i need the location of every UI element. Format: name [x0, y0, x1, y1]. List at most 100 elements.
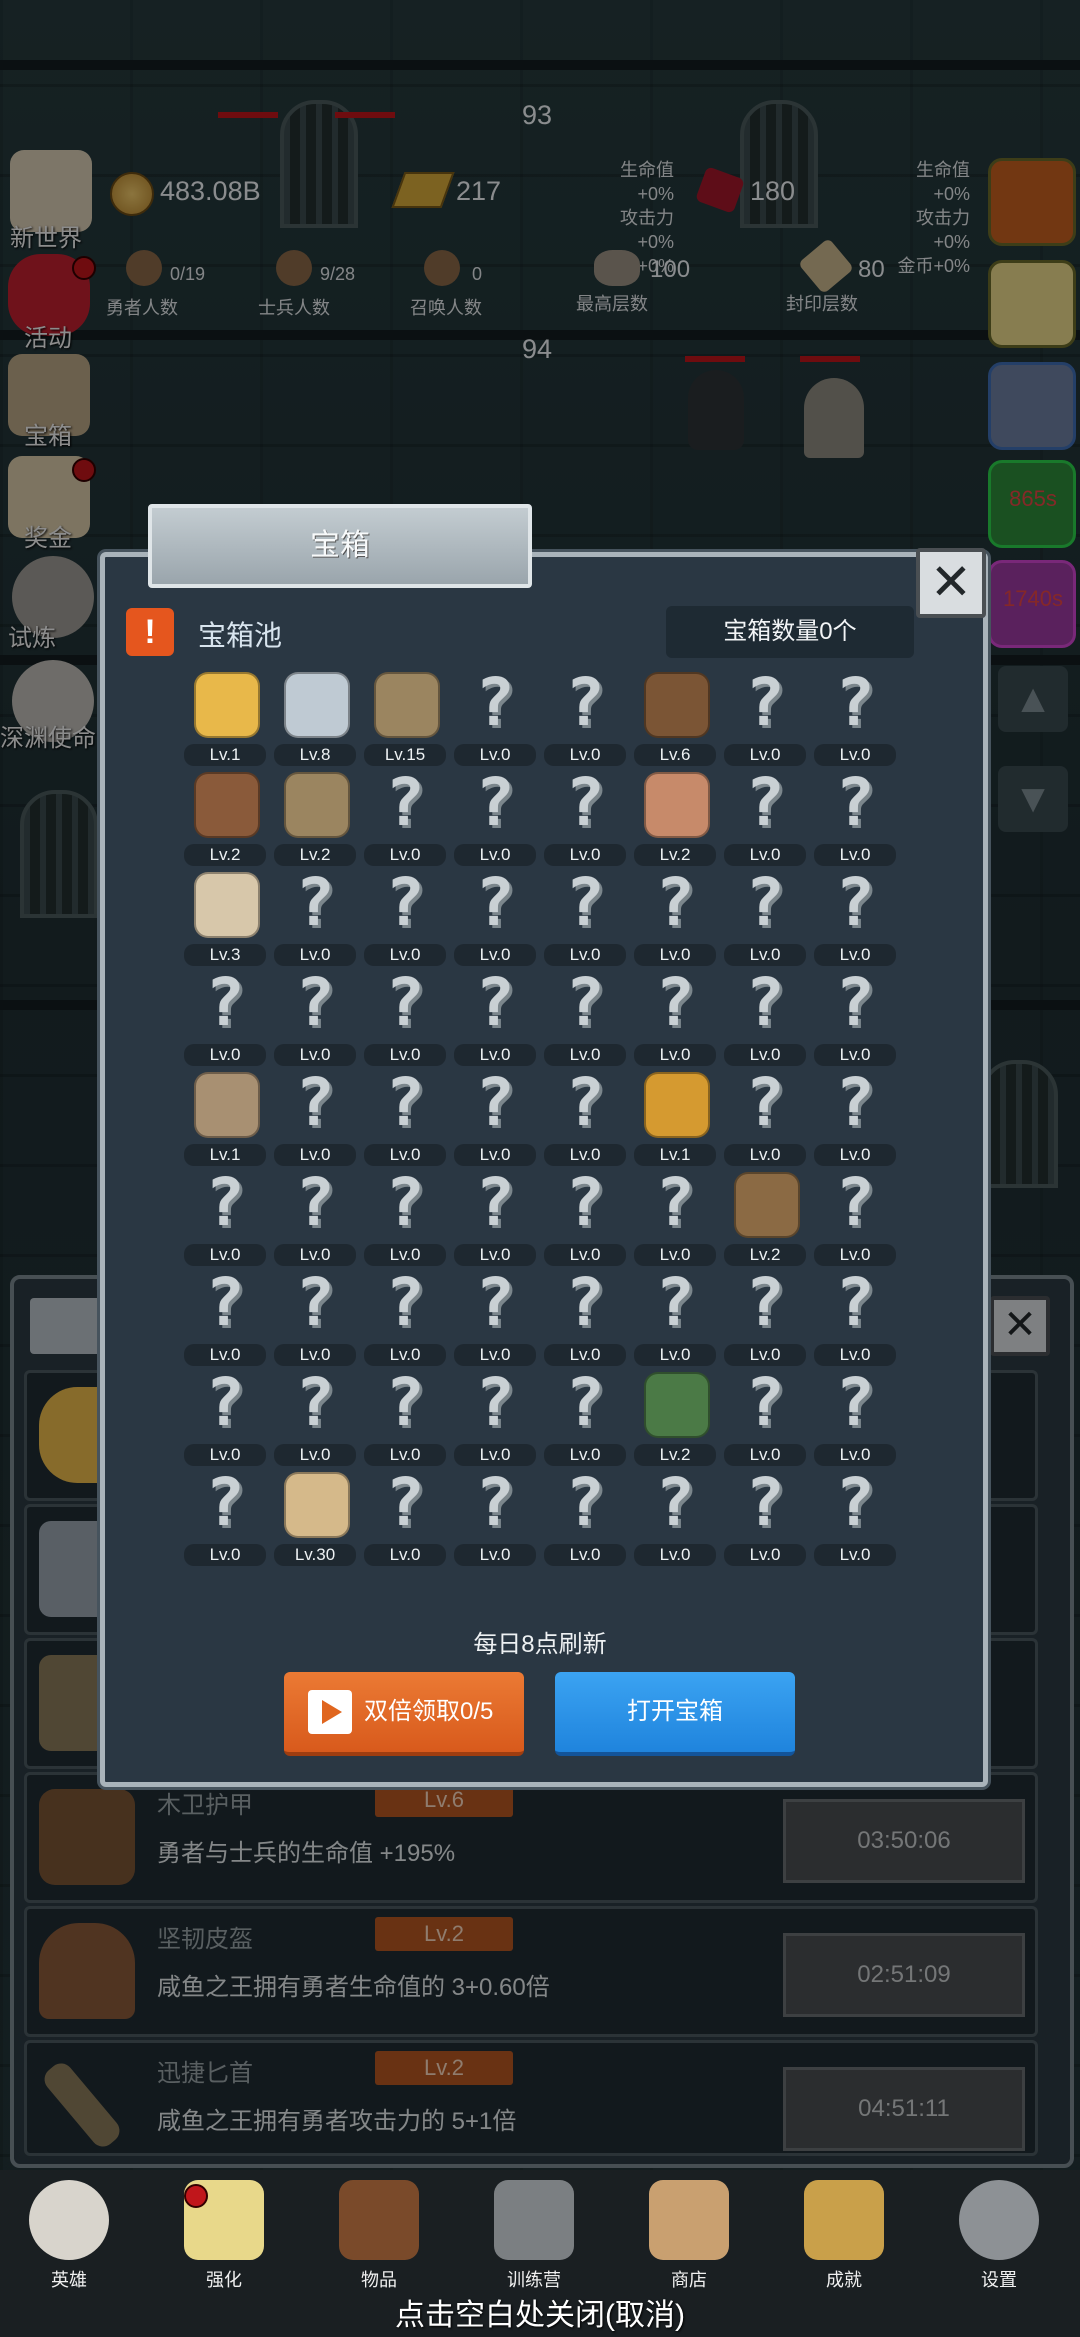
chest-pool-cell[interactable]: ? Lv.0 — [180, 1368, 270, 1468]
unknown-icon: ? — [475, 864, 515, 941]
chest-pool-cell[interactable]: Lv.30 — [270, 1468, 360, 1568]
chest-pool-cell[interactable]: ? Lv.0 — [720, 1368, 810, 1468]
chest-pool-cell[interactable]: ? Lv.0 — [540, 1068, 630, 1168]
chest-pool-cell[interactable]: ? Lv.0 — [720, 868, 810, 968]
chest-pool-cell[interactable]: ? Lv.0 — [810, 1168, 900, 1268]
chest-pool-cell[interactable]: ? Lv.0 — [540, 868, 630, 968]
unknown-icon: ? — [475, 664, 515, 741]
chest-pool-cell[interactable]: ? Lv.0 — [270, 1268, 360, 1368]
chest-pool-cell[interactable]: ? Lv.0 — [630, 1468, 720, 1568]
cell-level: Lv.0 — [634, 1044, 716, 1066]
chest-pool-cell[interactable]: ? Lv.0 — [270, 1368, 360, 1468]
unknown-icon: ? — [475, 1064, 515, 1141]
chest-pool-cell[interactable]: ? Lv.0 — [540, 1268, 630, 1368]
chest-pool-cell[interactable]: ? Lv.0 — [540, 1368, 630, 1468]
cell-level: Lv.0 — [364, 1444, 446, 1466]
chest-pool-cell[interactable]: ? Lv.0 — [450, 1368, 540, 1468]
chest-pool-cell[interactable]: ? Lv.0 — [270, 968, 360, 1068]
chest-pool-cell[interactable]: Lv.3 — [180, 868, 270, 968]
nav-item-2[interactable]: 物品 — [324, 2180, 434, 2300]
chest-pool-cell[interactable]: ? Lv.0 — [270, 1068, 360, 1168]
chest-pool-cell[interactable]: ? Lv.0 — [450, 768, 540, 868]
chest-pool-cell[interactable]: ? Lv.0 — [810, 1368, 900, 1468]
chest-pool-cell[interactable]: ? Lv.0 — [540, 1168, 630, 1268]
chest-pool-cell[interactable]: ? Lv.0 — [450, 1068, 540, 1168]
chest-pool-cell[interactable]: ? Lv.0 — [630, 1268, 720, 1368]
cell-level: Lv.0 — [274, 1244, 356, 1266]
chest-pool-cell[interactable]: Lv.15 — [360, 668, 450, 768]
chest-pool-cell[interactable]: ? Lv.0 — [270, 1168, 360, 1268]
chest-pool-cell[interactable]: ? Lv.0 — [360, 1068, 450, 1168]
chest-pool-cell[interactable]: ? Lv.0 — [450, 1468, 540, 1568]
unknown-icon: ? — [475, 1164, 515, 1241]
chest-pool-cell[interactable]: ? Lv.0 — [450, 668, 540, 768]
chest-pool-cell[interactable]: ? Lv.0 — [540, 668, 630, 768]
chest-pool-cell[interactable]: ? Lv.0 — [360, 768, 450, 868]
nav-item-3[interactable]: 训练营 — [479, 2180, 589, 2300]
nav-item-6[interactable]: 设置 — [944, 2180, 1054, 2300]
chest-pool-cell[interactable]: ? Lv.0 — [360, 1468, 450, 1568]
chest-pool-cell[interactable]: ? Lv.0 — [720, 768, 810, 868]
chest-pool-cell[interactable]: ? Lv.0 — [630, 868, 720, 968]
nav-item-0[interactable]: 英雄 — [14, 2180, 124, 2300]
chest-pool-cell[interactable]: ? Lv.0 — [180, 1468, 270, 1568]
unknown-icon: ? — [475, 1464, 515, 1541]
chest-pool-cell[interactable]: ? Lv.0 — [180, 1268, 270, 1368]
chest-pool-cell[interactable]: Lv.1 — [180, 668, 270, 768]
chest-pool-cell[interactable]: Lv.2 — [720, 1168, 810, 1268]
chest-pool-cell[interactable]: ? Lv.0 — [360, 1168, 450, 1268]
nav-item-5[interactable]: 成就 — [789, 2180, 899, 2300]
chest-pool-cell[interactable]: ? Lv.0 — [810, 1068, 900, 1168]
unknown-icon: ? — [745, 1064, 785, 1141]
chest-pool-cell[interactable]: ? Lv.0 — [540, 968, 630, 1068]
chest-pool-cell[interactable]: ? Lv.0 — [540, 1468, 630, 1568]
nav-item-4[interactable]: 商店 — [634, 2180, 744, 2300]
open-chest-button[interactable]: 打开宝箱 — [555, 1672, 795, 1756]
chest-pool-cell[interactable]: ? Lv.0 — [450, 1268, 540, 1368]
chest-pool-cell[interactable]: Lv.6 — [630, 668, 720, 768]
chest-pool-cell[interactable]: ? Lv.0 — [720, 968, 810, 1068]
unknown-icon: ? — [655, 1264, 695, 1341]
chest-pool-cell[interactable]: Lv.2 — [180, 768, 270, 868]
chest-pool-cell[interactable]: ? Lv.0 — [450, 1168, 540, 1268]
chest-pool-cell[interactable]: ? Lv.0 — [810, 968, 900, 1068]
cell-level: Lv.0 — [454, 1144, 536, 1166]
chest-pool-cell[interactable]: ? Lv.0 — [720, 1468, 810, 1568]
chest-pool-cell[interactable]: ? Lv.0 — [360, 1268, 450, 1368]
chest-pool-cell[interactable]: ? Lv.0 — [630, 968, 720, 1068]
chest-pool-cell[interactable]: ? Lv.0 — [720, 1068, 810, 1168]
chest-pool-cell[interactable]: ? Lv.0 — [180, 1168, 270, 1268]
chest-pool-cell[interactable]: ? Lv.0 — [360, 1368, 450, 1468]
chest-pool-cell[interactable]: ? Lv.0 — [360, 968, 450, 1068]
chest-pool-cell[interactable]: ? Lv.0 — [360, 868, 450, 968]
chest-pool-cell[interactable]: Lv.1 — [180, 1068, 270, 1168]
chest-pool-cell[interactable]: ? Lv.0 — [810, 768, 900, 868]
chest-pool-cell[interactable]: ? Lv.0 — [450, 868, 540, 968]
dialog-close-icon[interactable]: ✕ — [916, 548, 986, 618]
chest-pool-cell[interactable]: Lv.2 — [270, 768, 360, 868]
chest-pool-cell[interactable]: ? Lv.0 — [810, 1268, 900, 1368]
cell-level: Lv.0 — [814, 1244, 896, 1266]
chest-pool-cell[interactable]: ? Lv.0 — [810, 868, 900, 968]
chest-pool-cell[interactable]: ? Lv.0 — [270, 868, 360, 968]
chest-pool-cell[interactable]: ? Lv.0 — [810, 1468, 900, 1568]
leather-helmet-icon — [194, 772, 260, 838]
chest-pool-cell[interactable]: ? Lv.0 — [540, 768, 630, 868]
unknown-icon: ? — [565, 1464, 605, 1541]
chest-pool-cell[interactable]: ? Lv.0 — [450, 968, 540, 1068]
chest-pool-cell[interactable]: Lv.2 — [630, 768, 720, 868]
cell-level: Lv.0 — [544, 1444, 626, 1466]
double-claim-button[interactable]: 双倍领取0/5 — [284, 1672, 524, 1756]
chest-pool-cell[interactable]: ? Lv.0 — [720, 668, 810, 768]
chest-pool-cell[interactable]: ? Lv.0 — [180, 968, 270, 1068]
cell-level: Lv.2 — [184, 844, 266, 866]
chest-pool-cell[interactable]: ? Lv.0 — [630, 1168, 720, 1268]
chest-pool-cell[interactable]: Lv.2 — [630, 1368, 720, 1468]
cell-level: Lv.0 — [364, 1344, 446, 1366]
close-hint[interactable]: 点击空白处关闭(取消) — [0, 2290, 1080, 2334]
chest-pool-cell[interactable]: Lv.1 — [630, 1068, 720, 1168]
chest-pool-cell[interactable]: Lv.8 — [270, 668, 360, 768]
chest-pool-cell[interactable]: ? Lv.0 — [720, 1268, 810, 1368]
unknown-icon: ? — [205, 1264, 245, 1341]
chest-pool-cell[interactable]: ? Lv.0 — [810, 668, 900, 768]
